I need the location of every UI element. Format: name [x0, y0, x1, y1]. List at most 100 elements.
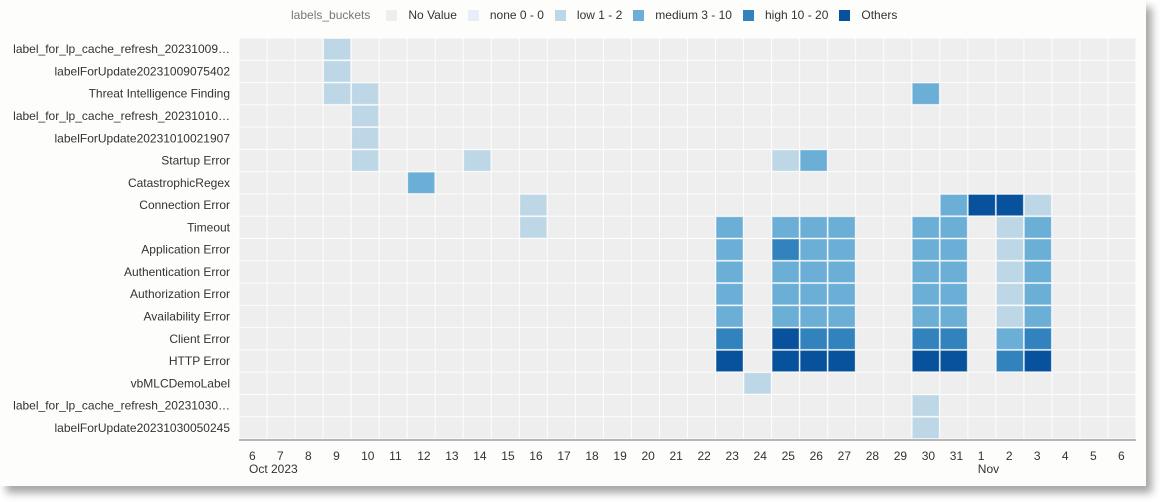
- heatmap-cell-medium[interactable]: [715, 305, 744, 328]
- heatmap-cell-empty: [575, 127, 603, 149]
- heatmap-cell-high[interactable]: [771, 238, 800, 261]
- heatmap-cell-high[interactable]: [827, 327, 856, 350]
- heatmap-cell-empty: [1080, 283, 1108, 305]
- heatmap-cell-medium[interactable]: [827, 260, 856, 284]
- heatmap-cell-empty: [519, 283, 547, 305]
- heatmap-cell-medium[interactable]: [799, 149, 828, 172]
- heatmap-cell-medium[interactable]: [771, 216, 800, 239]
- heatmap-cell-medium[interactable]: [771, 305, 800, 328]
- heatmap-cell-medium[interactable]: [939, 283, 968, 306]
- heatmap-cell-medium[interactable]: [911, 283, 940, 306]
- heatmap-cell-medium[interactable]: [1023, 260, 1052, 284]
- heatmap-cell-medium[interactable]: [1023, 305, 1052, 328]
- y-tick-label: Authentication Error: [124, 265, 230, 279]
- heatmap-cell-low[interactable]: [519, 193, 548, 217]
- heatmap-cell-low[interactable]: [995, 260, 1024, 284]
- heatmap-cell-others[interactable]: [715, 349, 744, 373]
- heatmap-cell-medium[interactable]: [827, 305, 856, 328]
- heatmap-cell-empty: [940, 83, 968, 105]
- heatmap-cell-empty: [1024, 149, 1052, 172]
- heatmap-cell-empty: [435, 417, 463, 439]
- heatmap-cell-empty: [772, 38, 800, 60]
- heatmap-cell-low[interactable]: [323, 82, 352, 105]
- heatmap-cell-medium[interactable]: [911, 216, 940, 239]
- heatmap-cell-low[interactable]: [463, 149, 492, 172]
- heatmap-cell-low[interactable]: [743, 372, 772, 395]
- heatmap-cell-medium[interactable]: [715, 216, 744, 239]
- heatmap-cell-low[interactable]: [351, 82, 380, 105]
- heatmap-cell-medium[interactable]: [1023, 283, 1052, 306]
- heatmap-cell-medium[interactable]: [771, 283, 800, 306]
- heatmap-cell-high[interactable]: [995, 349, 1024, 373]
- heatmap-cell-empty: [772, 172, 800, 194]
- y-tick-label: Availability Error: [144, 309, 230, 323]
- heatmap-cell-medium[interactable]: [799, 216, 828, 239]
- heatmap-cell-medium[interactable]: [715, 283, 744, 306]
- heatmap-cell-medium[interactable]: [715, 260, 744, 284]
- heatmap-cell-medium[interactable]: [939, 216, 968, 239]
- heatmap-cell-medium[interactable]: [799, 283, 828, 306]
- heatmap-cell-low[interactable]: [351, 127, 380, 150]
- heatmap-cell-low[interactable]: [351, 149, 380, 172]
- heatmap-cell-others[interactable]: [799, 349, 828, 373]
- heatmap-cell-empty: [659, 239, 687, 261]
- heatmap-cell-medium[interactable]: [1023, 238, 1052, 261]
- heatmap-cell-medium[interactable]: [799, 305, 828, 328]
- heatmap-cell-empty: [631, 328, 659, 350]
- heatmap-cell-medium[interactable]: [827, 283, 856, 306]
- heatmap-cell-high[interactable]: [715, 327, 744, 350]
- heatmap-cell-empty: [1080, 38, 1108, 60]
- heatmap-cell-low[interactable]: [323, 60, 352, 83]
- heatmap-cell-medium[interactable]: [911, 305, 940, 328]
- heatmap-cell-others[interactable]: [939, 349, 968, 373]
- heatmap-cell-others[interactable]: [771, 349, 800, 373]
- heatmap-cell-empty: [323, 372, 351, 394]
- heatmap-cell-others[interactable]: [911, 349, 940, 373]
- heatmap-cell-low[interactable]: [351, 104, 380, 128]
- heatmap-cell-medium[interactable]: [995, 327, 1024, 350]
- heatmap-cell-medium[interactable]: [939, 260, 968, 284]
- heatmap-cell-medium[interactable]: [407, 171, 436, 194]
- heatmap-cell-low[interactable]: [995, 305, 1024, 328]
- heatmap-cell-medium[interactable]: [799, 238, 828, 261]
- heatmap-cell-low[interactable]: [519, 216, 548, 239]
- heatmap-cell-medium[interactable]: [1023, 216, 1052, 239]
- heatmap-cell-high[interactable]: [911, 327, 940, 350]
- x-tick-label: 17: [557, 449, 571, 463]
- heatmap-cell-low[interactable]: [911, 416, 940, 440]
- heatmap-cell-low[interactable]: [771, 149, 800, 172]
- heatmap-cell-medium[interactable]: [939, 193, 968, 217]
- heatmap-cell-empty: [772, 83, 800, 105]
- heatmap-cell-low[interactable]: [1023, 193, 1052, 217]
- heatmap-cell-empty: [379, 216, 407, 238]
- heatmap-cell-low[interactable]: [995, 216, 1024, 239]
- heatmap-cell-empty: [407, 216, 435, 238]
- heatmap-cell-empty: [631, 261, 659, 283]
- heatmap-cell-medium[interactable]: [715, 238, 744, 261]
- heatmap-cell-others[interactable]: [1023, 349, 1052, 373]
- heatmap-cell-empty: [1080, 305, 1108, 328]
- heatmap-cell-medium[interactable]: [939, 238, 968, 261]
- heatmap-cell-medium[interactable]: [911, 82, 940, 105]
- heatmap-cell-medium[interactable]: [799, 260, 828, 284]
- heatmap-cell-medium[interactable]: [827, 216, 856, 239]
- heatmap-cell-low[interactable]: [995, 238, 1024, 261]
- heatmap-cell-others[interactable]: [967, 193, 996, 217]
- heatmap-cell-medium[interactable]: [911, 238, 940, 261]
- heatmap-cell-empty: [1080, 172, 1108, 194]
- heatmap-cell-others[interactable]: [995, 193, 1024, 217]
- heatmap-cell-high[interactable]: [939, 327, 968, 350]
- heatmap-cell-others[interactable]: [827, 349, 856, 373]
- heatmap-cell-others[interactable]: [771, 327, 800, 350]
- heatmap-cell-high[interactable]: [1023, 327, 1052, 350]
- heatmap-cell-medium[interactable]: [827, 238, 856, 261]
- heatmap-cell-empty: [688, 149, 716, 172]
- heatmap-cell-low[interactable]: [323, 38, 352, 61]
- heatmap-cell-medium[interactable]: [911, 260, 940, 284]
- heatmap-cell-medium[interactable]: [771, 260, 800, 284]
- heatmap-cell-high[interactable]: [799, 327, 828, 350]
- heatmap-cell-low[interactable]: [995, 283, 1024, 306]
- heatmap-cell-medium[interactable]: [939, 305, 968, 328]
- heatmap-cell-empty: [744, 172, 772, 194]
- heatmap-cell-low[interactable]: [911, 394, 940, 417]
